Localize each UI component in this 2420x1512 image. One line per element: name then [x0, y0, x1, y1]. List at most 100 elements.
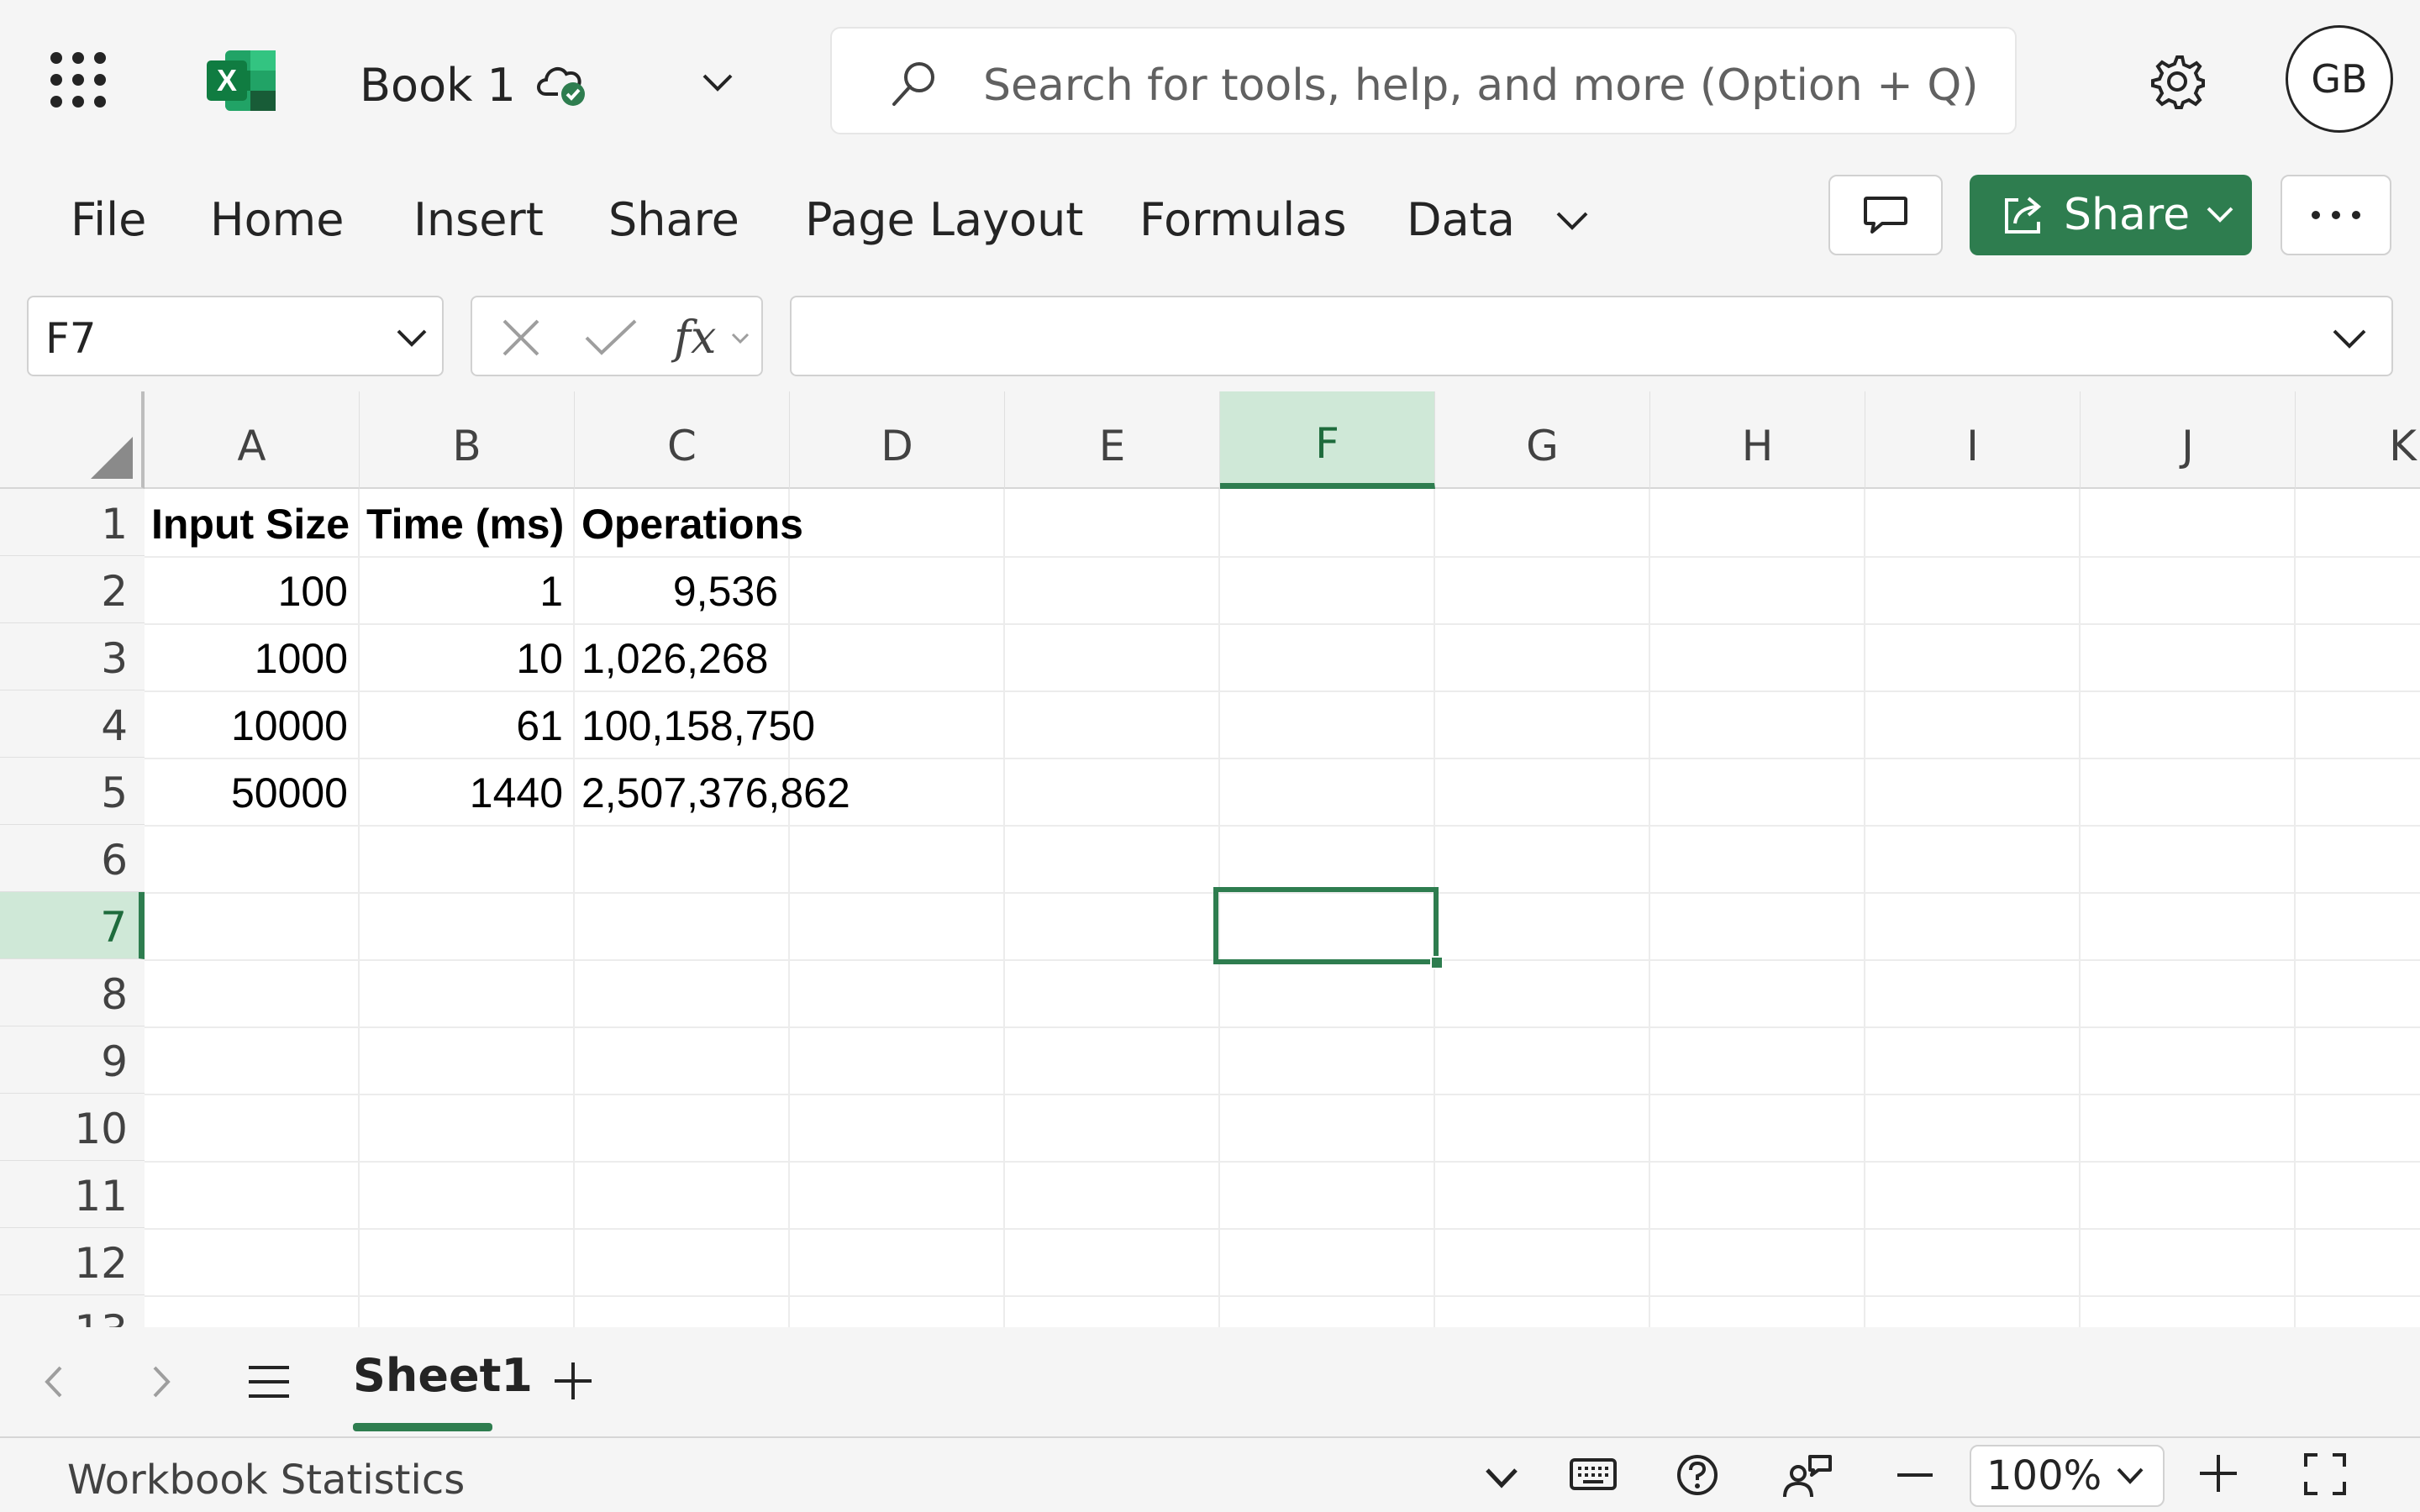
cell-a4[interactable]: 10000: [145, 690, 358, 758]
cell-c3[interactable]: 1,026,268: [575, 623, 788, 690]
next-sheet-icon[interactable]: [143, 1361, 180, 1403]
keyboard-icon[interactable]: [1568, 1453, 1618, 1495]
cell-b1[interactable]: Time (ms): [360, 489, 573, 556]
cell-b5[interactable]: 1440: [360, 758, 573, 825]
select-all-button[interactable]: [0, 391, 145, 489]
column-header-j[interactable]: J: [2081, 391, 2296, 489]
search-input[interactable]: Search for tools, help, and more (Option…: [830, 27, 2017, 134]
gridline: [788, 489, 790, 1327]
column-header-i[interactable]: I: [1865, 391, 2081, 489]
row-header[interactable]: 3: [0, 623, 145, 690]
more-icon[interactable]: [2281, 175, 2391, 255]
column-header-d[interactable]: D: [790, 391, 1005, 489]
gear-icon[interactable]: [2148, 52, 2207, 111]
cell-a2[interactable]: 100: [145, 556, 358, 623]
select-all-icon: [91, 437, 133, 479]
gridline: [1864, 489, 1865, 1327]
search-placeholder: Search for tools, help, and more (Option…: [983, 60, 1979, 111]
row-header-selected[interactable]: 7: [0, 892, 145, 959]
cancel-icon[interactable]: [497, 314, 544, 361]
row-header[interactable]: 10: [0, 1094, 145, 1161]
comments-button[interactable]: [1828, 175, 1943, 255]
cloud-saved-icon[interactable]: [533, 57, 592, 108]
tab-insert[interactable]: Insert: [413, 193, 544, 246]
enter-icon[interactable]: [581, 314, 640, 361]
cell-b3[interactable]: 10: [360, 623, 573, 690]
row-header[interactable]: 6: [0, 825, 145, 892]
svg-text:X: X: [217, 63, 237, 97]
column-header-a[interactable]: A: [145, 391, 360, 489]
sheet-tab-sheet1[interactable]: Sheet1: [353, 1349, 533, 1402]
row-header[interactable]: 5: [0, 758, 145, 825]
chevron-down-icon[interactable]: [699, 66, 736, 99]
row-header[interactable]: 4: [0, 690, 145, 758]
row-header[interactable]: 12: [0, 1228, 145, 1295]
row-header[interactable]: 2: [0, 556, 145, 623]
tab-share[interactable]: Share: [608, 193, 739, 246]
tab-formulas[interactable]: Formulas: [1139, 193, 1346, 246]
chevron-down-icon[interactable]: [393, 319, 430, 356]
column-header-f[interactable]: F: [1220, 391, 1435, 489]
fill-handle[interactable]: [1430, 956, 1444, 969]
prev-sheet-icon[interactable]: [35, 1361, 72, 1403]
gridline: [2079, 489, 2081, 1327]
tab-file[interactable]: File: [71, 193, 146, 246]
name-box-value: F7: [45, 314, 97, 363]
all-sheets-icon[interactable]: [245, 1361, 292, 1403]
add-sheet-icon[interactable]: [550, 1357, 597, 1404]
tab-data[interactable]: Data: [1407, 193, 1515, 246]
cell-b4[interactable]: 61: [360, 690, 573, 758]
row-header[interactable]: 11: [0, 1161, 145, 1228]
chevron-down-icon: [2207, 207, 2233, 223]
chevron-down-icon[interactable]: [729, 328, 751, 349]
comment-icon: [1864, 197, 1907, 234]
cell-c1[interactable]: Operations: [575, 489, 911, 556]
fullscreen-icon[interactable]: [2302, 1452, 2348, 1497]
cell-a1[interactable]: Input Size (: [145, 489, 358, 556]
formula-controls: fx: [471, 296, 763, 376]
column-header-e[interactable]: E: [1005, 391, 1220, 489]
name-box[interactable]: F7: [27, 296, 444, 376]
chevron-down-icon[interactable]: [1481, 1460, 1523, 1497]
feedback-icon[interactable]: [1781, 1453, 1833, 1500]
insert-function-button[interactable]: fx: [674, 311, 716, 364]
column-header-h[interactable]: H: [1650, 391, 1865, 489]
cell-b2[interactable]: 1: [360, 556, 573, 623]
tab-page-layout[interactable]: Page Layout: [805, 193, 1083, 246]
cell-c4[interactable]: 100,158,750: [575, 690, 911, 758]
active-cell-f7[interactable]: [1213, 887, 1444, 969]
zoom-in-icon[interactable]: [2196, 1452, 2240, 1495]
zoom-out-icon[interactable]: [1894, 1458, 1936, 1492]
help-icon[interactable]: [1676, 1453, 1719, 1497]
share-button[interactable]: Share: [1970, 175, 2252, 255]
cell-a5[interactable]: 50000: [145, 758, 358, 825]
formula-input[interactable]: [790, 296, 2393, 376]
row-header[interactable]: 8: [0, 959, 145, 1026]
cell-c2[interactable]: 9,536: [575, 556, 788, 623]
column-header-b[interactable]: B: [360, 391, 575, 489]
excel-logo-icon[interactable]: X: [207, 49, 277, 113]
column-header-c[interactable]: C: [575, 391, 790, 489]
column-header-g[interactable]: G: [1435, 391, 1650, 489]
workbook-title[interactable]: Book 1: [360, 59, 516, 112]
cell-a3[interactable]: 1000: [145, 623, 358, 690]
workbook-statistics[interactable]: Workbook Statistics: [67, 1457, 465, 1504]
row-header[interactable]: 13: [0, 1295, 145, 1327]
zoom-level-dropdown[interactable]: 100%: [1970, 1445, 2165, 1507]
avatar[interactable]: GB: [2286, 25, 2393, 133]
more-tabs-chevron-icon[interactable]: [1551, 200, 1593, 242]
cell-c5[interactable]: 2,507,376,862: [575, 758, 911, 825]
tab-home[interactable]: Home: [210, 193, 344, 246]
column-header-k[interactable]: K: [2296, 391, 2420, 489]
zoom-value: 100%: [1986, 1452, 2102, 1499]
share-icon: [2005, 197, 2042, 234]
expand-formula-bar-icon[interactable]: [2331, 319, 2368, 356]
row-header[interactable]: 9: [0, 1026, 145, 1094]
spreadsheet-grid: A B C D E F G H I J K 1 2 3 4 5 6 7 8 9 …: [0, 391, 2420, 1327]
row-header[interactable]: 1: [0, 489, 145, 556]
sheet-tab-bar: Sheet1: [0, 1327, 2420, 1436]
search-icon: [892, 62, 934, 106]
app-launcher-icon[interactable]: [50, 52, 106, 108]
active-sheet-indicator: [353, 1423, 492, 1431]
gridline: [1003, 489, 1005, 1327]
